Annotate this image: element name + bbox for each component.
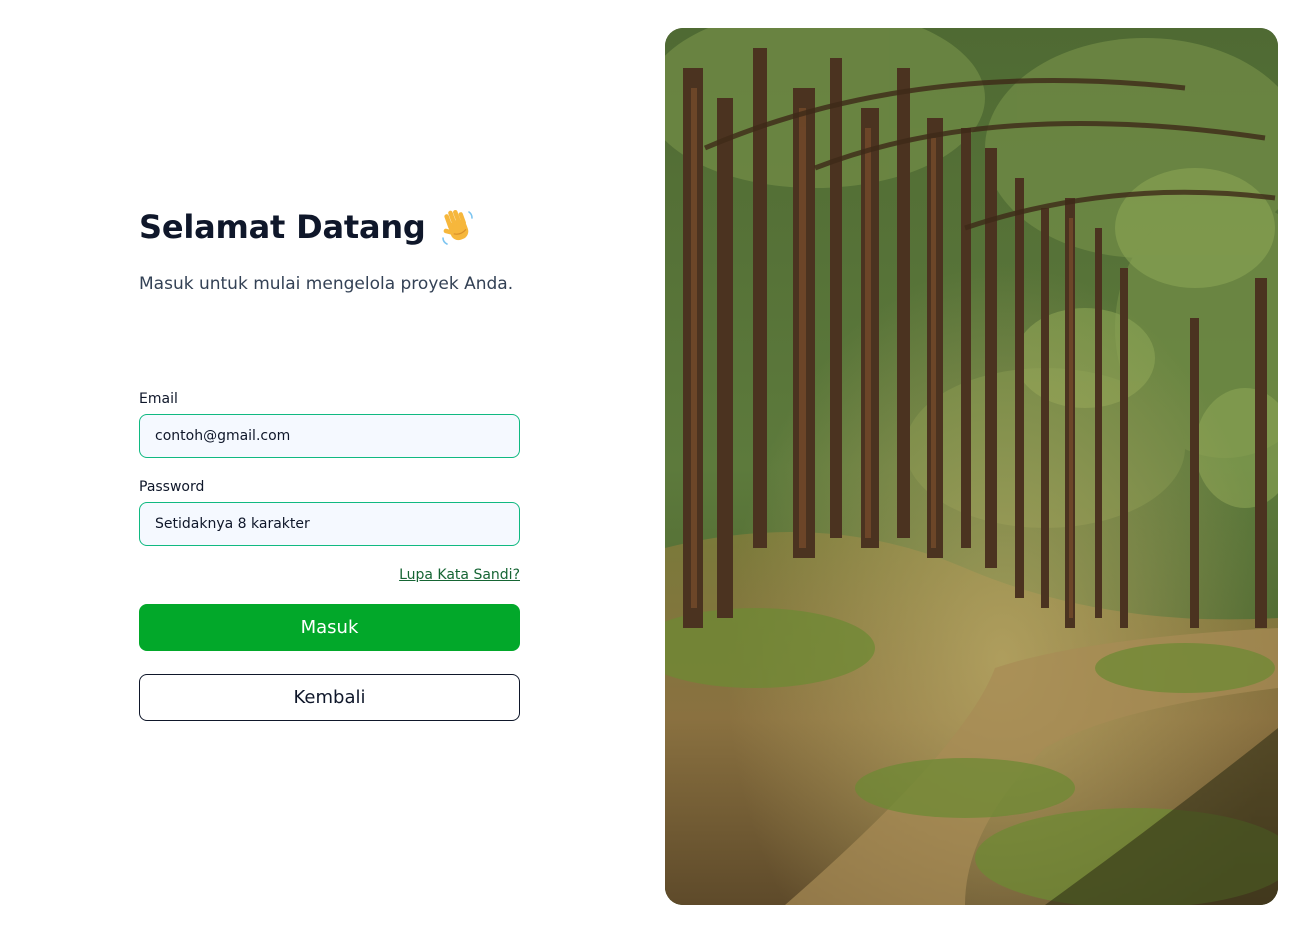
password-field[interactable] bbox=[139, 502, 520, 546]
forest-path-photo bbox=[665, 28, 1278, 905]
login-page: Selamat Datang Masuk untuk mulai mengelo… bbox=[0, 0, 1303, 928]
page-subtitle: Masuk untuk mulai mengelola proyek Anda. bbox=[139, 274, 514, 294]
email-field[interactable] bbox=[139, 414, 520, 458]
email-label: Email bbox=[139, 391, 178, 407]
page-title: Selamat Datang bbox=[139, 208, 426, 246]
greeting-row: Selamat Datang bbox=[139, 208, 476, 246]
login-button[interactable]: Masuk bbox=[139, 604, 520, 651]
forgot-password-link[interactable]: Lupa Kata Sandi? bbox=[399, 567, 520, 583]
password-label: Password bbox=[139, 479, 205, 495]
waving-hand-icon bbox=[440, 208, 476, 246]
back-button[interactable]: Kembali bbox=[139, 674, 520, 721]
